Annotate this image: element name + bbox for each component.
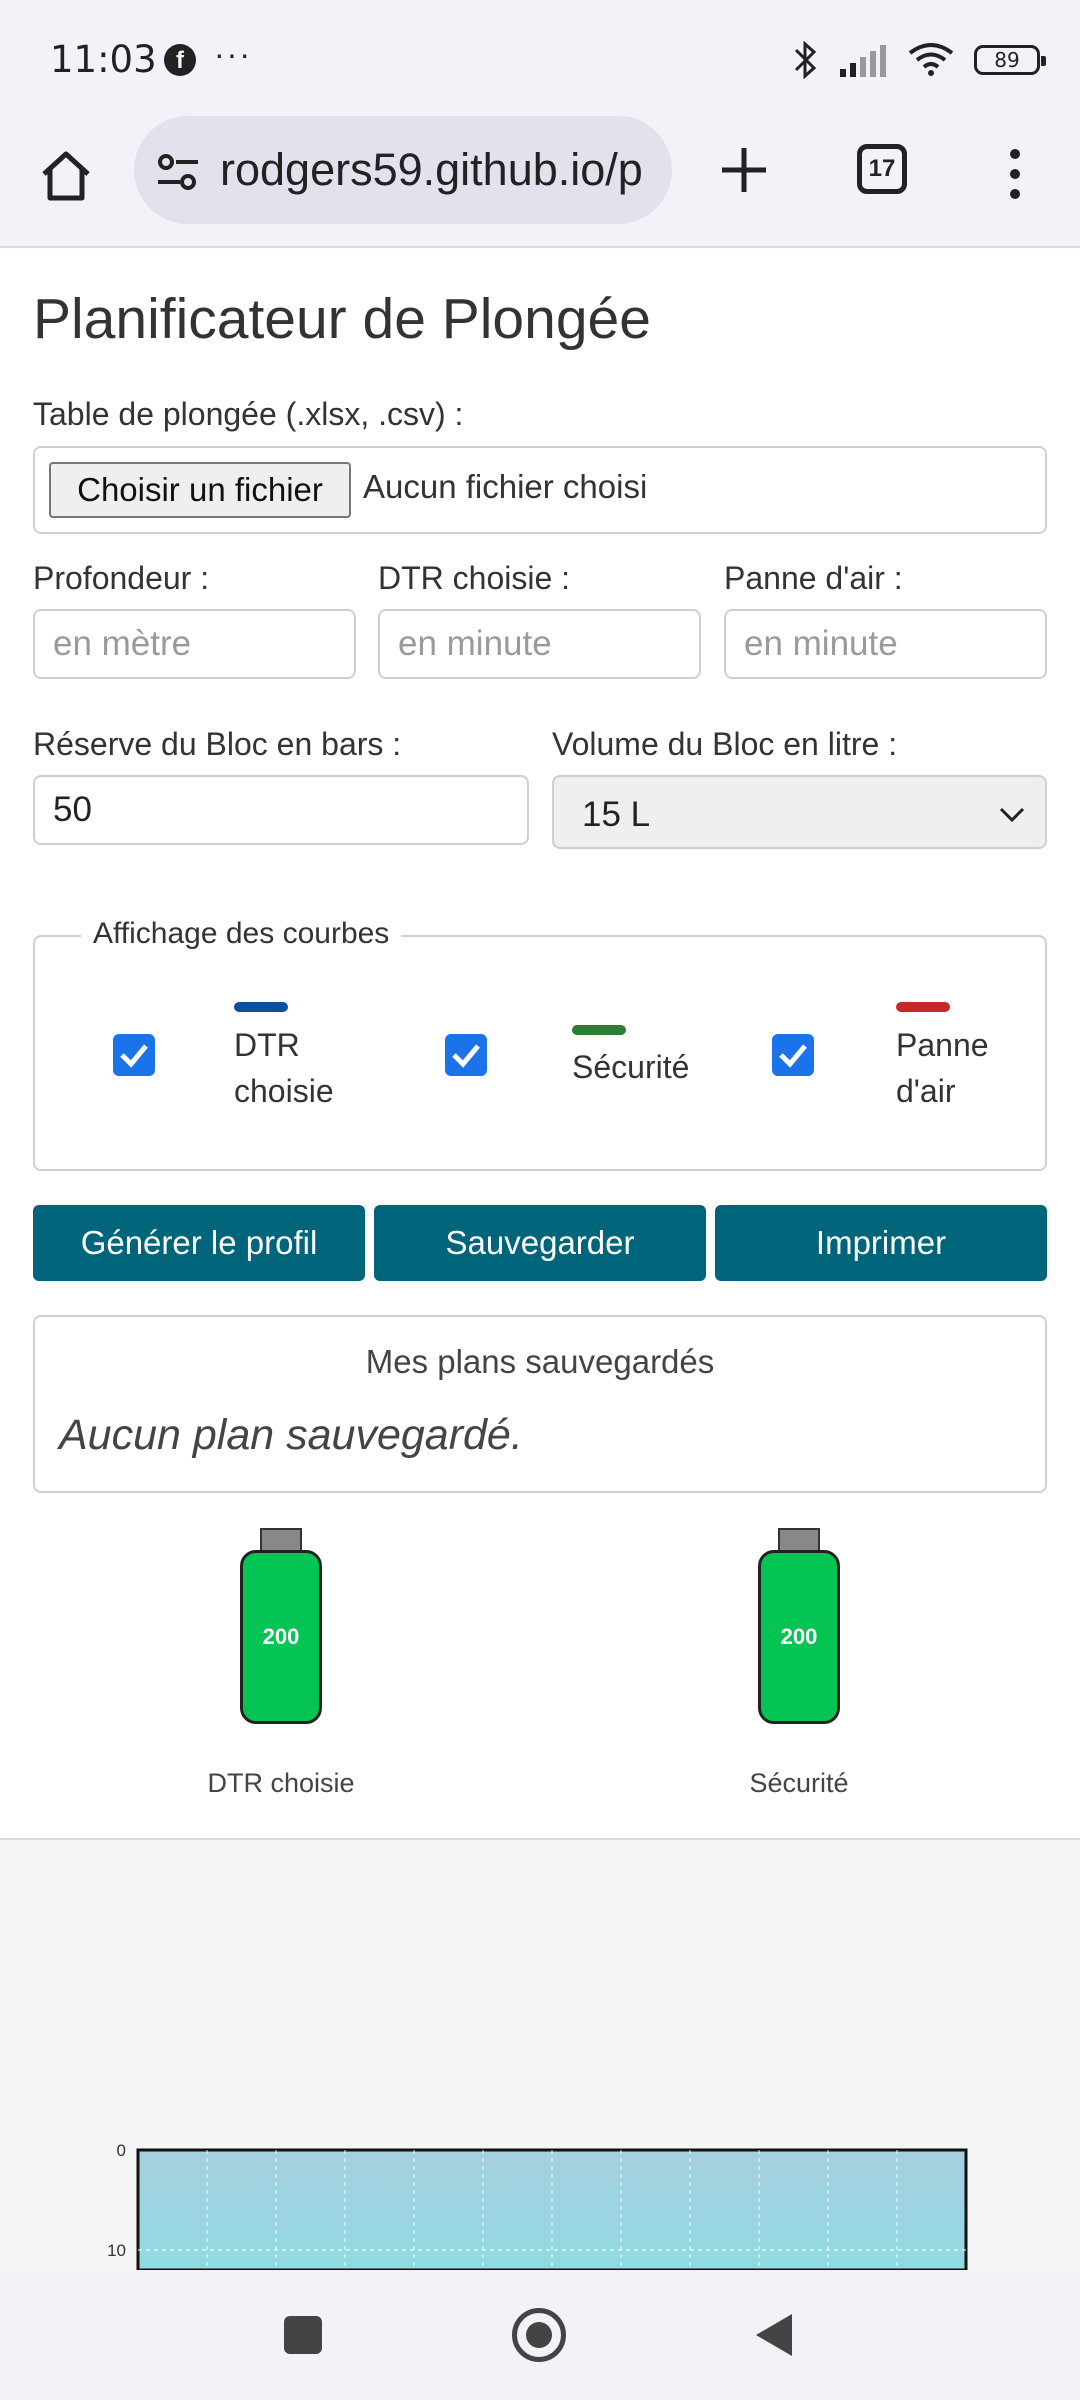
page-title: Planificateur de Plongée — [33, 287, 651, 351]
save-button[interactable]: Sauvegarder — [374, 1205, 706, 1281]
signal-icon — [840, 45, 886, 77]
bluetooth-icon — [794, 40, 817, 80]
depth-input[interactable] — [33, 609, 356, 679]
file-status: Aucun fichier choisi — [363, 468, 648, 505]
recent-apps-button[interactable] — [284, 2316, 322, 2354]
volume-label: Volume du Bloc en litre : — [552, 726, 898, 762]
dtr-curve-swatch — [234, 1002, 288, 1012]
security-tank-label: Sécurité — [749, 1768, 849, 1798]
check-icon — [779, 1044, 807, 1068]
dtr-input[interactable] — [378, 609, 701, 679]
more-notifications-icon: ··· — [214, 36, 252, 72]
tank-pressure: 200 — [240, 1550, 322, 1724]
status-bar: 11:03 f ··· 89 — [0, 0, 1080, 116]
reserve-label: Réserve du Bloc en bars : — [33, 726, 402, 762]
security-curve-swatch — [572, 1025, 626, 1035]
curves-fieldset: Affichage des courbes DTR choisie Sécuri… — [33, 917, 1047, 1171]
dtr-tank-label: DTR choisie — [207, 1768, 355, 1798]
battery-icon: 89 — [974, 45, 1046, 75]
saved-plans-empty: Aucun plan sauvegardé. — [59, 1411, 523, 1459]
status-icons: 89 — [792, 40, 1046, 80]
dtr-curve-label: DTR choisie — [234, 1022, 334, 1114]
air-failure-curve-swatch — [896, 1002, 950, 1012]
choose-file-button[interactable]: Choisir un fichier — [49, 462, 351, 518]
dtr-curve-label-line1: DTR — [234, 1027, 300, 1063]
new-tab-icon[interactable] — [714, 140, 774, 200]
overflow-menu-icon[interactable] — [1000, 144, 1030, 204]
depth-label: Profondeur : — [33, 560, 210, 596]
dtr-curve-label-line2: choisie — [234, 1073, 334, 1109]
check-icon — [452, 1044, 480, 1068]
y-tick-label: 0 — [117, 2141, 126, 2160]
generate-profile-button[interactable]: Générer le profil — [33, 1205, 365, 1281]
dtr-label: DTR choisie : — [378, 560, 571, 596]
chart-svg: 0 10 — [107, 2141, 968, 2270]
air-failure-curve-label: Panne d'air — [896, 1022, 989, 1114]
air-failure-label: Panne d'air : — [724, 560, 903, 596]
site-settings-icon[interactable] — [156, 152, 200, 192]
curves-legend: Affichage des courbes — [81, 917, 402, 951]
back-button[interactable] — [754, 2312, 794, 2358]
saved-plans-title: Mes plans sauvegardés — [365, 1343, 715, 1380]
file-label: Table de plongée (.xlsx, .csv) : — [33, 396, 464, 432]
chevron-down-icon — [999, 807, 1025, 823]
facebook-icon: f — [164, 44, 196, 76]
url-text: rodgers59.github.io/p — [220, 144, 643, 195]
check-icon — [120, 1044, 148, 1068]
security-curve-label: Sécurité — [572, 1049, 690, 1085]
home-icon[interactable] — [36, 146, 96, 206]
clock: 11:03 — [50, 38, 157, 81]
security-tank: 200 — [758, 1528, 840, 1724]
page-content: Planificateur de Plongée Table de plongé… — [0, 248, 1080, 1840]
air-failure-input[interactable] — [724, 609, 1047, 679]
address-bar[interactable]: rodgers59.github.io/p — [134, 116, 672, 224]
air-failure-curve-label-line1: Panne — [896, 1027, 989, 1063]
volume-selected-value: 15 L — [582, 795, 651, 834]
dtr-curve-checkbox[interactable] — [113, 1034, 155, 1076]
print-button[interactable]: Imprimer — [715, 1205, 1047, 1281]
y-tick-label: 10 — [107, 2241, 126, 2260]
wifi-icon — [908, 43, 954, 76]
security-curve-checkbox[interactable] — [445, 1034, 487, 1076]
volume-select[interactable]: 15 L — [552, 775, 1047, 849]
dtr-tank: 200 — [240, 1528, 322, 1724]
reserve-input[interactable] — [33, 775, 529, 845]
tank-pressure: 200 — [758, 1550, 840, 1724]
air-failure-curve-label-line2: d'air — [896, 1073, 956, 1109]
saved-plans-panel: Mes plans sauvegardés Aucun plan sauvega… — [33, 1315, 1047, 1493]
tab-switcher-button[interactable]: 17 — [857, 144, 907, 194]
dive-profile-chart: 0 10 — [0, 1840, 1080, 2270]
browser-toolbar: rodgers59.github.io/p 17 — [0, 116, 1080, 248]
home-button[interactable] — [512, 2308, 566, 2362]
air-failure-curve-checkbox[interactable] — [772, 1034, 814, 1076]
system-nav-bar — [0, 2270, 1080, 2400]
file-input[interactable]: Choisir un fichier Aucun fichier choisi — [33, 446, 1047, 534]
